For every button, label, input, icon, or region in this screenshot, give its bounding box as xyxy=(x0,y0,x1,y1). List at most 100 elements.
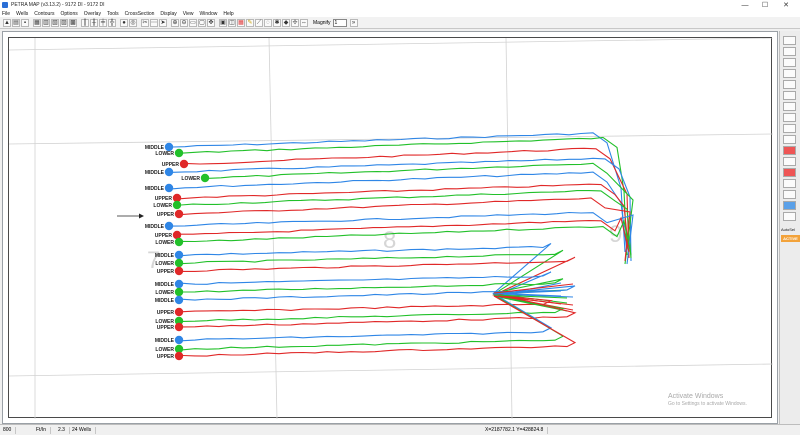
menu-overlay[interactable]: Overlay xyxy=(84,11,101,17)
map-canvas[interactable]: 7 8 9 MIDDLE LOWER UPPER MIDDLE LOWER MIDDLE U… xyxy=(8,37,773,419)
menu-wells[interactable]: Wells xyxy=(16,11,28,17)
tool-14-icon[interactable] xyxy=(783,212,796,221)
active-button[interactable]: ACTIVE xyxy=(781,235,800,242)
map-window: 7 8 9 MIDDLE LOWER UPPER MIDDLE LOWER MIDDLE U… xyxy=(2,31,778,424)
log3-icon[interactable]: ╪ xyxy=(99,18,107,27)
zoom-fit-icon[interactable]: ▢ xyxy=(198,18,206,27)
maximize-button[interactable]: ☐ xyxy=(755,0,775,10)
tool-8-icon[interactable] xyxy=(783,113,796,122)
globe-icon[interactable]: ● xyxy=(120,18,128,27)
well-label: UPPER xyxy=(157,325,175,331)
menu-view[interactable]: View xyxy=(183,11,194,17)
well-label: UPPER xyxy=(157,269,175,275)
well-label: UPPER xyxy=(162,162,180,168)
tool-4-icon[interactable] xyxy=(783,69,796,78)
well-marker xyxy=(164,167,174,177)
tool-1-icon[interactable] xyxy=(783,36,796,45)
tool-9-icon[interactable] xyxy=(783,124,796,133)
well-marker xyxy=(174,250,184,260)
status-scale: 2.3 xyxy=(58,427,70,434)
well-label: LOWER xyxy=(155,347,174,353)
tool-5-icon[interactable] xyxy=(783,80,796,89)
pointer-icon[interactable]: ➤ xyxy=(159,18,167,27)
measure-icon[interactable]: ⟋ xyxy=(255,18,263,27)
status-coordinates: X=2187782.1 Y=428824.8 xyxy=(485,427,549,434)
next-button[interactable]: » xyxy=(349,18,358,27)
scale-icon[interactable]: ⇔ xyxy=(300,18,308,27)
open-icon[interactable]: ▲ xyxy=(3,18,11,27)
print-icon[interactable]: ▤ xyxy=(12,18,20,27)
tool-11-icon[interactable] xyxy=(783,157,796,166)
pan-icon[interactable]: ✥ xyxy=(207,18,215,27)
tool-red-2-icon[interactable] xyxy=(783,168,796,177)
compass-icon[interactable]: ✢ xyxy=(291,18,299,27)
tool-10-icon[interactable] xyxy=(783,135,796,144)
select-icon[interactable]: ⋯ xyxy=(150,18,158,27)
well-marker xyxy=(174,266,184,276)
well-marker xyxy=(174,279,184,289)
tool-red-1-icon[interactable] xyxy=(783,146,796,155)
magnify-select[interactable]: 1 xyxy=(332,18,347,27)
menu-help[interactable]: Help xyxy=(223,11,233,17)
tool-3-icon[interactable] xyxy=(783,58,796,67)
tool-7-icon[interactable] xyxy=(783,102,796,111)
well-marker xyxy=(174,287,184,297)
image-icon[interactable]: ▣ xyxy=(219,18,227,27)
menu-contours[interactable]: Contours xyxy=(34,11,54,17)
section-number-9: 9 xyxy=(609,221,622,248)
tool-2-icon[interactable] xyxy=(783,47,796,56)
target-icon[interactable]: ◎ xyxy=(129,18,137,27)
minimize-button[interactable]: — xyxy=(735,0,755,10)
log-icon[interactable]: ║ xyxy=(81,18,89,27)
well-marker xyxy=(174,148,184,158)
annotate-icon[interactable]: ✱ xyxy=(273,18,281,27)
title-bar: PETRA MAP (v3.13.2) - 9172 DI - 9172 DI … xyxy=(0,0,800,10)
section-number-8: 8 xyxy=(383,227,396,254)
tool-12-icon[interactable] xyxy=(783,179,796,188)
status-well-count: 24 Wells xyxy=(72,427,97,434)
grid-icon[interactable]: ▦ xyxy=(33,18,41,27)
layout-icon[interactable]: ◫ xyxy=(228,18,236,27)
zoom-box-icon[interactable]: ▭ xyxy=(189,18,197,27)
zoom-in-icon[interactable]: ⊕ xyxy=(171,18,179,27)
well-label: UPPER xyxy=(155,233,173,239)
menu-window[interactable]: Window xyxy=(200,11,218,17)
tool-6-icon[interactable] xyxy=(783,91,796,100)
zoom-out-icon[interactable]: ⊖ xyxy=(180,18,188,27)
log2-icon[interactable]: ╫ xyxy=(90,18,98,27)
well-label: MIDDLE xyxy=(155,253,175,259)
section-icon[interactable]: ▥ xyxy=(42,18,50,27)
well-label: UPPER xyxy=(155,196,173,202)
menu-display[interactable]: Display xyxy=(160,11,176,17)
log4-icon[interactable]: ╬ xyxy=(108,18,116,27)
cut-icon[interactable]: ✂ xyxy=(141,18,149,27)
well-label: LOWER xyxy=(153,203,172,209)
wells-icon[interactable]: ▧ xyxy=(51,18,59,27)
close-button[interactable]: ✕ xyxy=(776,0,796,10)
status-bar: 800 Ft/In 2.3 24 Wells X=2187782.1 Y=428… xyxy=(0,424,800,435)
tool-13-icon[interactable] xyxy=(783,190,796,199)
menu-options[interactable]: Options xyxy=(61,11,78,17)
tool-help-icon[interactable] xyxy=(783,201,796,210)
well-label: LOWER xyxy=(155,151,174,157)
grid-line xyxy=(9,133,773,145)
map-grid-icon[interactable]: ▦ xyxy=(237,18,245,27)
well-label: MIDDLE xyxy=(155,298,175,304)
well-marker xyxy=(174,295,184,305)
contour-icon[interactable]: ▨ xyxy=(60,18,68,27)
lasso-icon[interactable]: ◌ xyxy=(264,18,272,27)
menu-file[interactable]: File xyxy=(2,11,10,17)
well-marker xyxy=(179,159,189,169)
layer-icon[interactable]: ▩ xyxy=(69,18,77,27)
autosel-label[interactable]: AutoSel xyxy=(781,227,795,232)
menu-crosssection[interactable]: CrossSection xyxy=(125,11,155,17)
save-icon[interactable]: ▪ xyxy=(21,18,29,27)
well-marker xyxy=(164,183,174,193)
watermark-line-2: Go to Settings to activate Windows. xyxy=(668,401,747,407)
well-marker xyxy=(174,209,184,219)
menu-tools[interactable]: Tools xyxy=(107,11,119,17)
highlight-icon[interactable]: ◆ xyxy=(282,18,290,27)
toolbar: ▲ ▤ ▪ ▦ ▥ ▧ ▨ ▩ ║ ╫ ╪ ╬ ● ◎ ✂ ⋯ ➤ ⊕ ⊖ ▭ … xyxy=(0,17,800,29)
well-marker xyxy=(174,335,184,345)
ruler-icon[interactable]: ✎ xyxy=(246,18,254,27)
